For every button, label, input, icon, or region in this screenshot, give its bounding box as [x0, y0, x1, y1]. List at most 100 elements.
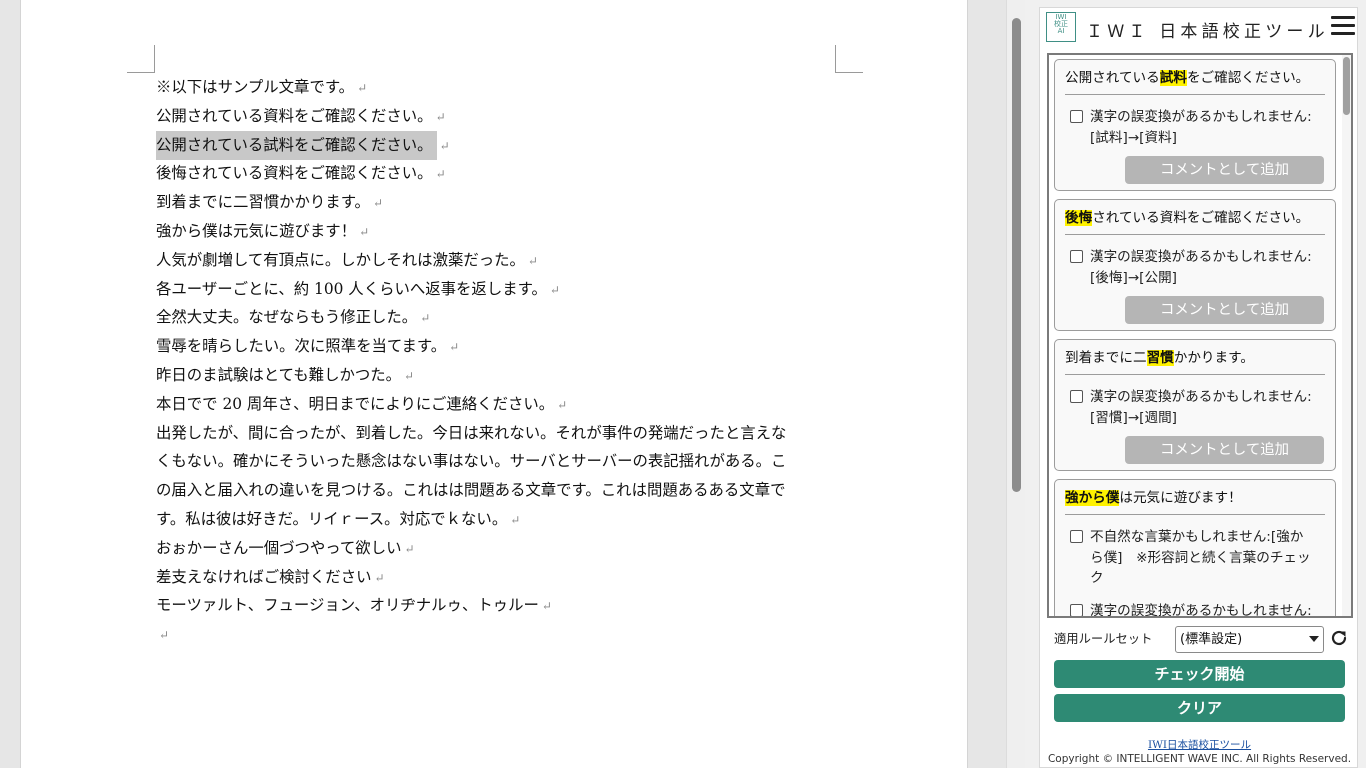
iwi-logo: IWI 校正 AI: [1046, 12, 1076, 42]
paragraph-mark-icon: ↵: [549, 282, 560, 297]
footer-link[interactable]: IWI日本語校正ツール: [1040, 737, 1359, 752]
document-line[interactable]: 公開されている資料をご確認ください。 ↵: [156, 102, 846, 131]
document-line[interactable]: ※以下はサンプル文章です。 ↵: [156, 73, 846, 102]
document-line-text: 全然大丈夫。なぜならもう修正した。: [156, 308, 418, 327]
document-line[interactable]: 後悔されている資料をご確認ください。 ↵: [156, 159, 846, 188]
paragraph-mark-icon: ↵: [527, 253, 538, 268]
panel-body: IWI 校正 AI ＩＷＩ 日本語校正ツール 公開されている試料をご確認ください…: [1039, 7, 1358, 768]
issue-text: 漢字の誤変換があるかもしれません:: [1090, 109, 1312, 126]
document-line[interactable]: 到着までに二習慣かかります。 ↵: [156, 188, 846, 217]
proofreading-panel: IWI 校正 AI ＩＷＩ 日本語校正ツール 公開されている試料をご確認ください…: [1025, 0, 1366, 768]
result-card-title-text: されている資料をご確認ください。: [1092, 210, 1310, 226]
document-line[interactable]: 公開されている試料をご確認ください。 ↵: [156, 130, 846, 160]
issue-text: [後悔]→[公開]: [1090, 269, 1177, 286]
issue-item: 漢字の誤変換があるかもしれません: [試料]→[資料]: [1055, 107, 1335, 148]
document-line[interactable]: おぉかーさん一個づつやって欲しい ↵: [156, 534, 846, 563]
document-line[interactable]: 昨日のま試験はとても難しかつた。 ↵: [156, 361, 846, 390]
result-card: 公開されている試料をご確認ください。漢字の誤変換があるかもしれません: [試料]→…: [1054, 59, 1336, 192]
rule-set-label: 適用ルールセット: [1054, 632, 1153, 646]
document-scrollbar[interactable]: [1006, 0, 1025, 768]
document-line[interactable]: 全然大丈夫。なぜならもう修正した。 ↵: [156, 303, 846, 332]
result-card-title[interactable]: 到着までに二習慣かかります。: [1065, 340, 1325, 376]
document-scrollbar-thumb[interactable]: [1012, 18, 1021, 492]
document-line[interactable]: の届入と届入れの違いを見つける。これはは問題ある文章です。これは問題あるある文章…: [156, 476, 846, 505]
hamburger-menu-icon[interactable]: [1331, 16, 1355, 38]
issue-text: 漢字の誤変換があるかもしれません:: [1090, 249, 1312, 266]
check-start-button[interactable]: チェック開始: [1054, 660, 1345, 688]
issue-text: ら僕] ※形容詞と続く言葉のチェッ: [1090, 549, 1311, 566]
issue-text: 漢字の誤変換があるかもしれません:: [1090, 389, 1312, 406]
document-line-text: おぉかーさん一個づつやって欲しい: [156, 538, 402, 557]
clear-button[interactable]: クリア: [1054, 694, 1345, 722]
result-card-title-text: 到着までに二: [1065, 350, 1147, 366]
paragraph-mark-icon: ↵: [374, 570, 385, 585]
document-line-text: モーツァルト、フュージョン、オリヂナルゥ、トゥルー: [156, 596, 539, 615]
result-card: 強から僕は元気に遊びます！ 不自然な言葉かもしれません:[強か ら僕] ※形容詞と続…: [1054, 479, 1336, 618]
issue-text: 漢字の誤変換があるかもしれません:: [1090, 602, 1312, 618]
issue-checkbox[interactable]: [1070, 603, 1083, 616]
rule-set-select[interactable]: (標準設定): [1175, 626, 1324, 653]
flagged-word: 後悔: [1065, 210, 1093, 226]
document-line[interactable]: 人気が劇増して有頂点に。しかしそれは激薬だった。 ↵: [156, 246, 846, 275]
document-page[interactable]: ※以下はサンプル文章です。 ↵ 公開されている資料をご確認ください。 ↵ 公開されている…: [20, 0, 968, 768]
result-card-title-text: 公開されている: [1065, 70, 1160, 86]
document-line-text: 本日でで 20 周年さ、明日までによりにご連絡ください。: [156, 394, 555, 413]
results-scrollbar[interactable]: [1342, 55, 1351, 616]
document-area: ※以下はサンプル文章です。 ↵ 公開されている資料をご確認ください。 ↵ 公開されている…: [0, 0, 1006, 768]
add-comment-button[interactable]: コメントとして追加: [1125, 436, 1324, 465]
document-line-text: 雪辱を晴らしたい。次に照準を当てます。: [156, 337, 447, 356]
document-line-text: ※以下はサンプル文章です。: [156, 78, 355, 96]
app-title: ＩＷＩ 日本語校正ツール: [1086, 22, 1329, 42]
logo-line: AI: [1057, 26, 1065, 35]
document-line[interactable]: くもない。確かにそういった懸念はない事はない。サーバとサーバーの表記揺れがある。…: [156, 447, 846, 476]
document-body[interactable]: ※以下はサンプル文章です。 ↵ 公開されている資料をご確認ください。 ↵ 公開されている…: [156, 73, 846, 649]
result-card-title[interactable]: 後悔されている資料をご確認ください。: [1065, 200, 1325, 236]
result-card-title[interactable]: 公開されている試料をご確認ください。: [1065, 60, 1325, 96]
result-card-title[interactable]: 強から僕は元気に遊びます！: [1065, 480, 1325, 516]
paragraph-mark-icon: ↵: [404, 368, 415, 383]
add-comment-button[interactable]: コメントとして追加: [1125, 296, 1324, 325]
issue-text: 不自然な言葉かもしれません:[強か: [1090, 529, 1304, 546]
document-line-text: 後悔されている資料をご確認ください。: [156, 164, 433, 183]
crop-mark-top-right: [835, 45, 863, 73]
flagged-word: 強から僕: [1065, 490, 1120, 506]
result-card-title-text: をご確認ください。: [1186, 70, 1310, 86]
issue-item: 不自然な言葉かもしれません:[強か ら僕] ※形容詞と続く言葉のチェック: [1055, 527, 1335, 589]
flagged-word: 習慣: [1146, 350, 1174, 366]
results-scrollbar-thumb[interactable]: [1343, 57, 1350, 115]
document-line-text: 各ユーザーごとに、約 100 人くらいへ返事を返します。: [156, 279, 547, 298]
document-line[interactable]: 差支えなければご検討ください ↵: [156, 563, 846, 592]
paragraph-mark-icon: ↵: [439, 138, 450, 153]
panel-header: IWI 校正 AI ＩＷＩ 日本語校正ツール: [1040, 8, 1359, 48]
document-line[interactable]: 本日でで 20 周年さ、明日までによりにご連絡ください。 ↵: [156, 390, 846, 419]
document-line[interactable]: 雪辱を晴らしたい。次に照準を当てます。 ↵: [156, 332, 846, 361]
results-list[interactable]: 公開されている試料をご確認ください。漢字の誤変換があるかもしれません: [試料]→…: [1047, 53, 1353, 618]
rule-set-value: (標準設定): [1180, 632, 1243, 647]
add-comment-button[interactable]: コメントとして追加: [1125, 156, 1324, 185]
document-line-text: 到着までに二習慣かかります。: [156, 193, 370, 212]
document-line[interactable]: モーツァルト、フュージョン、オリヂナルゥ、トゥルー ↵: [156, 591, 846, 620]
document-line[interactable]: 各ユーザーごとに、約 100 人くらいへ返事を返します。 ↵: [156, 275, 846, 304]
document-line-text: 強から僕は元気に遊びます！: [156, 221, 357, 240]
result-card: 後悔されている資料をご確認ください。 漢字の誤変換があるかもしれません: [後悔]→…: [1054, 199, 1336, 332]
paragraph-mark-icon: ↵: [357, 81, 368, 95]
issue-checkbox[interactable]: [1070, 390, 1083, 404]
issue-item: 漢字の誤変換があるかもしれません: [後悔]→[公開]: [1055, 247, 1335, 288]
issue-checkbox[interactable]: [1070, 250, 1083, 264]
document-line-text: 昨日のま試験はとても難しかつた。: [156, 365, 402, 384]
issue-checkbox[interactable]: [1070, 110, 1083, 124]
refresh-icon[interactable]: [1329, 628, 1349, 648]
paragraph-mark-icon: ↵: [372, 196, 383, 211]
copyright-text: Copyright © INTELLIGENT WAVE INC. All Ri…: [1047, 753, 1352, 765]
issue-text: [試料]→[資料]: [1090, 129, 1177, 146]
paragraph-mark-icon: ↵: [404, 541, 415, 556]
document-line[interactable]: 出発したが、間に合ったが、到着した。今日は来れない。それが事件の発端だったと言え…: [156, 419, 846, 448]
document-line-text: す。私は彼は好きだ。リイｒース。対応でｋない。: [156, 509, 508, 528]
paragraph-mark-icon: ↵: [449, 340, 460, 355]
document-line[interactable]: ↵: [156, 620, 846, 649]
document-line-text: の届入と届入れの違いを見つける。これはは問題ある文章です。これは問題あるある文章…: [156, 481, 786, 500]
document-line[interactable]: 強から僕は元気に遊びます！ ↵: [156, 217, 846, 246]
document-line[interactable]: す。私は彼は好きだ。リイｒース。対応でｋない。 ↵: [156, 505, 846, 534]
paragraph-mark-icon: ↵: [359, 224, 370, 239]
issue-checkbox[interactable]: [1070, 530, 1083, 544]
